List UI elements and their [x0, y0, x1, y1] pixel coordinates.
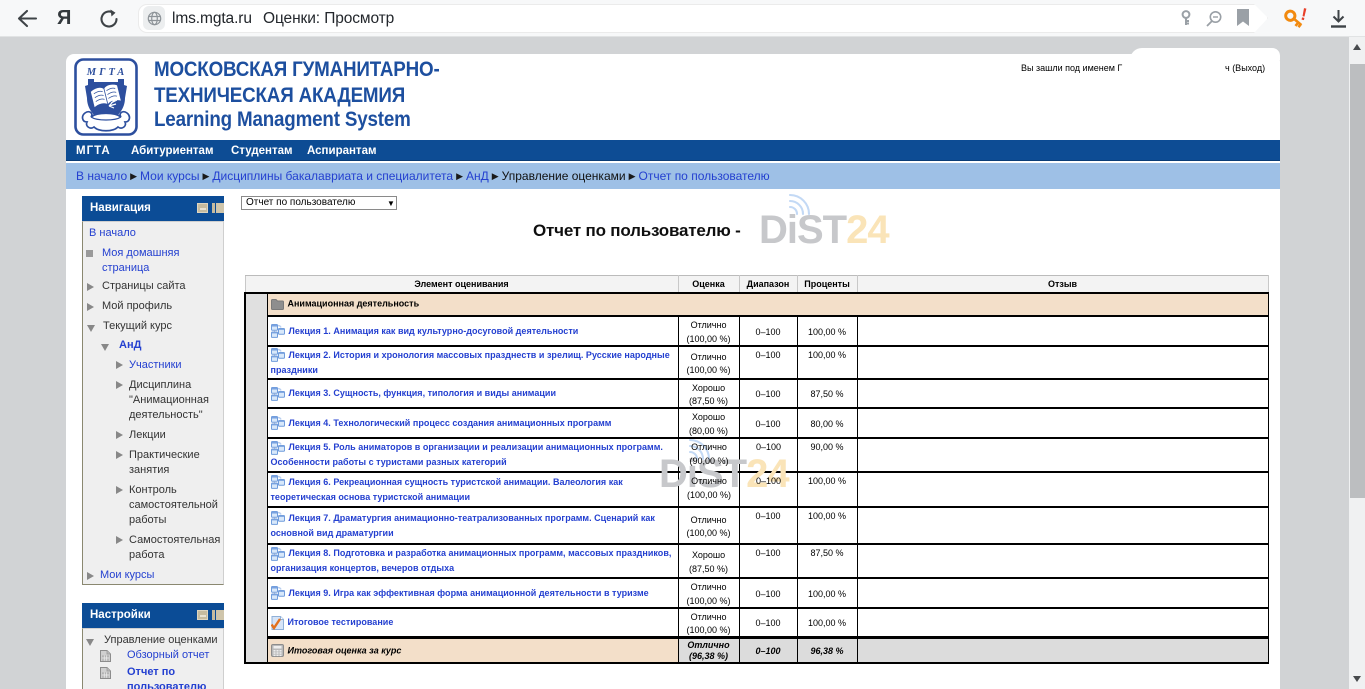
svg-text:МГТА: МГТА: [86, 67, 127, 78]
